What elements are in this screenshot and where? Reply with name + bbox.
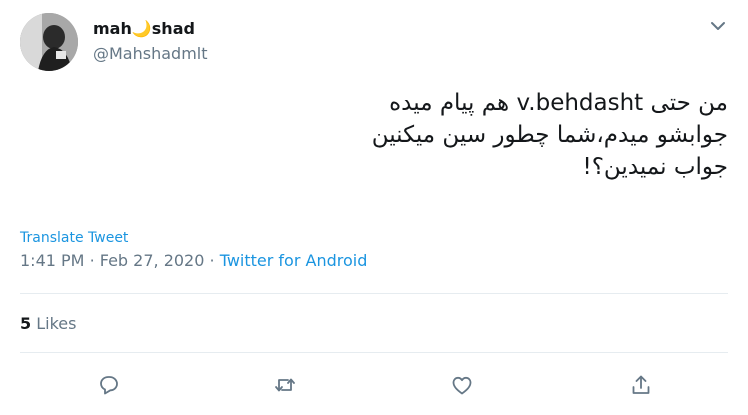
chevron-down-icon[interactable] bbox=[708, 16, 728, 36]
tweet-metadata: 1:41 PM · Feb 27, 2020 · Twitter for And… bbox=[20, 251, 367, 270]
likes-stat[interactable]: 5 Likes bbox=[20, 314, 76, 333]
separator: · bbox=[89, 251, 95, 270]
tweet-card: mah🌙shad @Mahshadmlt من حتی v.behdasht ه… bbox=[0, 0, 748, 415]
likes-count: 5 bbox=[20, 314, 32, 333]
avatar[interactable] bbox=[20, 13, 78, 71]
user-handle[interactable]: @Mahshadmlt bbox=[93, 44, 208, 63]
share-icon[interactable] bbox=[629, 373, 653, 397]
translate-tweet-link[interactable]: Translate Tweet bbox=[20, 230, 128, 246]
reply-icon[interactable] bbox=[97, 373, 121, 397]
tweet-text-line: من حتی v.behdasht هم پیام میده bbox=[389, 90, 728, 116]
divider bbox=[20, 352, 728, 353]
divider bbox=[20, 293, 728, 294]
display-name[interactable]: mah🌙shad bbox=[93, 19, 195, 38]
tweet-time[interactable]: 1:41 PM bbox=[20, 251, 84, 270]
tweet-date[interactable]: Feb 27, 2020 bbox=[100, 251, 205, 270]
tweet-text: من حتی v.behdasht هم پیام میده جوابشو می… bbox=[28, 87, 728, 183]
likes-label: Likes bbox=[36, 314, 77, 333]
retweet-icon[interactable] bbox=[273, 373, 297, 397]
like-icon[interactable] bbox=[450, 373, 474, 397]
tweet-text-line: جوابشو میدم،شما چطور سین میکنین bbox=[371, 122, 728, 148]
tweet-source-link[interactable]: Twitter for Android bbox=[220, 251, 368, 270]
separator: · bbox=[209, 251, 215, 270]
tweet-text-line: جواب نمیدین؟! bbox=[582, 154, 728, 180]
